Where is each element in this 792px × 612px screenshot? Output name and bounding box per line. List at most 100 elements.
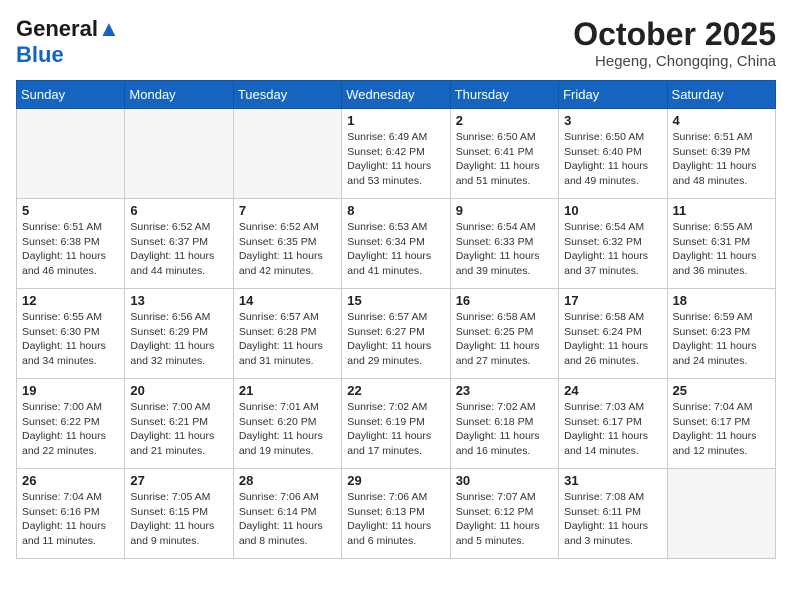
day-info: Sunrise: 6:56 AMSunset: 6:29 PMDaylight:…	[130, 310, 227, 369]
calendar-cell: 30 Sunrise: 7:07 AMSunset: 6:12 PMDayligh…	[450, 469, 558, 559]
day-info: Sunrise: 7:04 AMSunset: 6:17 PMDaylight:…	[673, 400, 770, 459]
day-number: 16	[456, 293, 553, 308]
day-number: 30	[456, 473, 553, 488]
day-number: 25	[673, 383, 770, 398]
day-number: 12	[22, 293, 119, 308]
week-row-5: 26 Sunrise: 7:04 AMSunset: 6:16 PMDayligh…	[17, 469, 776, 559]
calendar-cell: 4 Sunrise: 6:51 AMSunset: 6:39 PMDaylight…	[667, 109, 775, 199]
day-number: 28	[239, 473, 336, 488]
day-info: Sunrise: 6:50 AMSunset: 6:40 PMDaylight:…	[564, 130, 661, 189]
calendar-table: Sunday Monday Tuesday Wednesday Thursday…	[16, 80, 776, 559]
day-info: Sunrise: 6:58 AMSunset: 6:25 PMDaylight:…	[456, 310, 553, 369]
day-info: Sunrise: 6:57 AMSunset: 6:28 PMDaylight:…	[239, 310, 336, 369]
week-row-1: 1Sunrise: 6:49 AMSunset: 6:42 PMDaylight…	[17, 109, 776, 199]
day-info: Sunrise: 6:54 AMSunset: 6:32 PMDaylight:…	[564, 220, 661, 279]
day-info: Sunrise: 7:01 AMSunset: 6:20 PMDaylight:…	[239, 400, 336, 459]
calendar-cell: 2 Sunrise: 6:50 AMSunset: 6:41 PMDaylight…	[450, 109, 558, 199]
day-number: 2	[456, 113, 553, 128]
day-number: 6	[130, 203, 227, 218]
calendar-cell: 10Sunrise: 6:54 AMSunset: 6:32 PMDayligh…	[559, 199, 667, 289]
title-area: October 2025 Hegeng, Chongqing, China	[573, 16, 776, 70]
day-info: Sunrise: 7:04 AMSunset: 6:16 PMDaylight:…	[22, 490, 119, 549]
day-number: 13	[130, 293, 227, 308]
calendar-cell: 6 Sunrise: 6:52 AMSunset: 6:37 PMDaylight…	[125, 199, 233, 289]
day-info: Sunrise: 7:02 AMSunset: 6:18 PMDaylight:…	[456, 400, 553, 459]
day-number: 15	[347, 293, 444, 308]
day-info: Sunrise: 6:54 AMSunset: 6:33 PMDaylight:…	[456, 220, 553, 279]
calendar-cell: 31Sunrise: 7:08 AMSunset: 6:11 PMDayligh…	[559, 469, 667, 559]
month-title: October 2025	[573, 16, 776, 53]
col-friday: Friday	[559, 81, 667, 109]
calendar-cell: 25 Sunrise: 7:04 AMSunset: 6:17 PMDayligh…	[667, 379, 775, 469]
calendar-cell: 7Sunrise: 6:52 AMSunset: 6:35 PMDaylight…	[233, 199, 341, 289]
day-number: 22	[347, 383, 444, 398]
day-info: Sunrise: 6:57 AMSunset: 6:27 PMDaylight:…	[347, 310, 444, 369]
calendar-cell: 20 Sunrise: 7:00 AMSunset: 6:21 PMDayligh…	[125, 379, 233, 469]
calendar-cell: 16 Sunrise: 6:58 AMSunset: 6:25 PMDayligh…	[450, 289, 558, 379]
calendar-header-row: Sunday Monday Tuesday Wednesday Thursday…	[17, 81, 776, 109]
calendar-cell: 14Sunrise: 6:57 AMSunset: 6:28 PMDayligh…	[233, 289, 341, 379]
calendar-cell	[233, 109, 341, 199]
day-info: Sunrise: 7:02 AMSunset: 6:19 PMDaylight:…	[347, 400, 444, 459]
page-header: General▲ Blue October 2025 Hegeng, Chong…	[16, 16, 776, 70]
calendar-cell: 11 Sunrise: 6:55 AMSunset: 6:31 PMDayligh…	[667, 199, 775, 289]
day-info: Sunrise: 6:55 AMSunset: 6:31 PMDaylight:…	[673, 220, 770, 279]
day-info: Sunrise: 7:07 AMSunset: 6:12 PMDaylight:…	[456, 490, 553, 549]
col-sunday: Sunday	[17, 81, 125, 109]
calendar-cell: 18Sunrise: 6:59 AMSunset: 6:23 PMDayligh…	[667, 289, 775, 379]
calendar-cell: 28Sunrise: 7:06 AMSunset: 6:14 PMDayligh…	[233, 469, 341, 559]
day-info: Sunrise: 6:52 AMSunset: 6:37 PMDaylight:…	[130, 220, 227, 279]
calendar-cell: 1Sunrise: 6:49 AMSunset: 6:42 PMDaylight…	[342, 109, 450, 199]
day-info: Sunrise: 7:05 AMSunset: 6:15 PMDaylight:…	[130, 490, 227, 549]
calendar-cell	[125, 109, 233, 199]
day-number: 27	[130, 473, 227, 488]
day-number: 5	[22, 203, 119, 218]
calendar-cell: 27 Sunrise: 7:05 AMSunset: 6:15 PMDayligh…	[125, 469, 233, 559]
week-row-2: 5 Sunrise: 6:51 AMSunset: 6:38 PMDaylight…	[17, 199, 776, 289]
day-info: Sunrise: 7:08 AMSunset: 6:11 PMDaylight:…	[564, 490, 661, 549]
day-info: Sunrise: 6:53 AMSunset: 6:34 PMDaylight:…	[347, 220, 444, 279]
day-number: 9	[456, 203, 553, 218]
day-number: 20	[130, 383, 227, 398]
col-monday: Monday	[125, 81, 233, 109]
day-number: 18	[673, 293, 770, 308]
logo: General▲ Blue	[16, 16, 120, 68]
day-number: 8	[347, 203, 444, 218]
day-info: Sunrise: 7:06 AMSunset: 6:13 PMDaylight:…	[347, 490, 444, 549]
day-info: Sunrise: 6:51 AMSunset: 6:38 PMDaylight:…	[22, 220, 119, 279]
calendar-cell: 8 Sunrise: 6:53 AMSunset: 6:34 PMDaylight…	[342, 199, 450, 289]
logo-text: General▲	[16, 16, 120, 42]
calendar-cell: 22 Sunrise: 7:02 AMSunset: 6:19 PMDayligh…	[342, 379, 450, 469]
week-row-4: 19Sunrise: 7:00 AMSunset: 6:22 PMDayligh…	[17, 379, 776, 469]
day-number: 21	[239, 383, 336, 398]
calendar-cell	[17, 109, 125, 199]
calendar-cell: 26 Sunrise: 7:04 AMSunset: 6:16 PMDayligh…	[17, 469, 125, 559]
calendar-cell: 29 Sunrise: 7:06 AMSunset: 6:13 PMDayligh…	[342, 469, 450, 559]
day-info: Sunrise: 6:51 AMSunset: 6:39 PMDaylight:…	[673, 130, 770, 189]
day-number: 1	[347, 113, 444, 128]
day-number: 3	[564, 113, 661, 128]
col-saturday: Saturday	[667, 81, 775, 109]
col-wednesday: Wednesday	[342, 81, 450, 109]
day-number: 26	[22, 473, 119, 488]
location-subtitle: Hegeng, Chongqing, China	[573, 53, 776, 70]
day-info: Sunrise: 6:50 AMSunset: 6:41 PMDaylight:…	[456, 130, 553, 189]
day-number: 4	[673, 113, 770, 128]
calendar-cell: 17 Sunrise: 6:58 AMSunset: 6:24 PMDayligh…	[559, 289, 667, 379]
calendar-cell: 3 Sunrise: 6:50 AMSunset: 6:40 PMDaylight…	[559, 109, 667, 199]
day-number: 29	[347, 473, 444, 488]
day-number: 7	[239, 203, 336, 218]
calendar-cell: 13 Sunrise: 6:56 AMSunset: 6:29 PMDayligh…	[125, 289, 233, 379]
day-number: 11	[673, 203, 770, 218]
logo-blue-text: Blue	[16, 42, 64, 67]
day-info: Sunrise: 6:58 AMSunset: 6:24 PMDaylight:…	[564, 310, 661, 369]
calendar-cell: 15 Sunrise: 6:57 AMSunset: 6:27 PMDayligh…	[342, 289, 450, 379]
day-info: Sunrise: 7:03 AMSunset: 6:17 PMDaylight:…	[564, 400, 661, 459]
calendar-cell: 19Sunrise: 7:00 AMSunset: 6:22 PMDayligh…	[17, 379, 125, 469]
calendar-cell: 21 Sunrise: 7:01 AMSunset: 6:20 PMDayligh…	[233, 379, 341, 469]
day-number: 17	[564, 293, 661, 308]
day-info: Sunrise: 6:55 AMSunset: 6:30 PMDaylight:…	[22, 310, 119, 369]
day-info: Sunrise: 7:00 AMSunset: 6:21 PMDaylight:…	[130, 400, 227, 459]
day-number: 23	[456, 383, 553, 398]
calendar-cell: 9 Sunrise: 6:54 AMSunset: 6:33 PMDaylight…	[450, 199, 558, 289]
